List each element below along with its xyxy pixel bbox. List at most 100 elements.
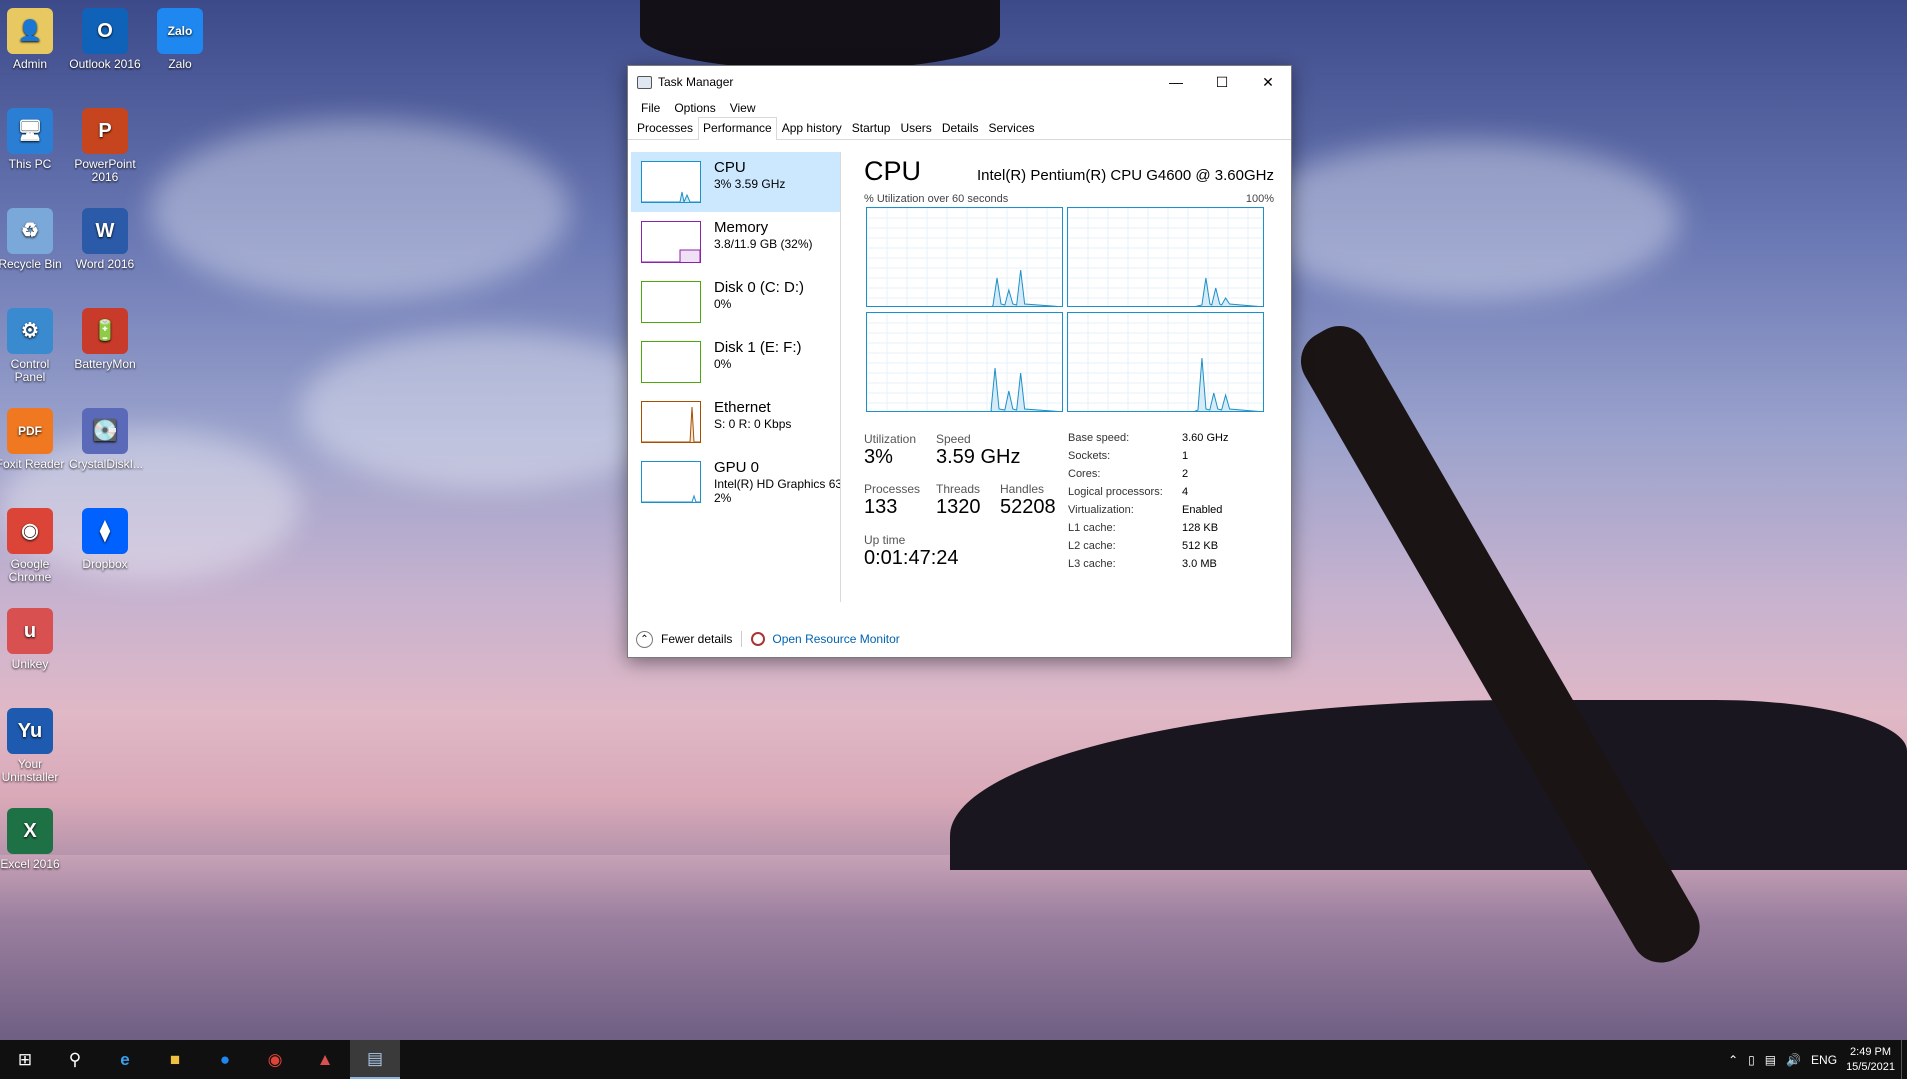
resource-disk0[interactable]: Disk 0 (C: D:) 0% xyxy=(631,272,840,332)
task-manager-window: Task Manager — ☐ ✕ File Options View Pro… xyxy=(627,65,1292,658)
gpu-thumbnail xyxy=(641,461,701,503)
resource-name: Disk 0 (C: D:) xyxy=(714,279,804,296)
desktop-icon-dropbox[interactable]: ⧫ Dropbox xyxy=(69,502,141,571)
cpu-model: Intel(R) Pentium(R) CPU G4600 @ 3.60GHz xyxy=(977,167,1274,184)
tab-processes[interactable]: Processes xyxy=(632,117,698,139)
language-indicator[interactable]: ENG xyxy=(1811,1053,1837,1067)
app-icon: 🖥 xyxy=(7,108,53,154)
resource-sub: 0% xyxy=(714,297,732,311)
speed-value: 3.59 GHz xyxy=(936,446,1021,468)
edge-icon[interactable]: e xyxy=(100,1040,150,1079)
app-icon: ♻ xyxy=(7,208,53,254)
chrome-icon[interactable]: ◉ xyxy=(250,1040,300,1079)
resource-memory[interactable]: Memory 3.8/11.9 GB (32%) xyxy=(631,212,840,272)
resource-name: CPU xyxy=(714,159,746,176)
icon-label: Recycle Bin xyxy=(0,257,62,271)
desktop-icon-powerpoint-2016[interactable]: P PowerPoint 2016 xyxy=(69,102,141,184)
desktop-icon-foxit-reader[interactable]: PDF Foxit Reader xyxy=(0,402,66,471)
resource-sub: Intel(R) HD Graphics 630 xyxy=(714,477,840,491)
maximize-button[interactable]: ☐ xyxy=(1199,66,1245,98)
minimize-button[interactable]: — xyxy=(1153,66,1199,98)
uptime-value: 0:01:47:24 xyxy=(864,547,959,569)
close-button[interactable]: ✕ xyxy=(1245,66,1291,98)
icon-label: BatteryMon xyxy=(74,357,136,371)
resource-name: Disk 1 (E: F:) xyxy=(714,339,802,356)
spec-value: 512 KB xyxy=(1182,540,1219,552)
disk1-thumbnail xyxy=(641,341,701,383)
resource-disk1[interactable]: Disk 1 (E: F:) 0% xyxy=(631,332,840,392)
memory-thumbnail xyxy=(641,221,701,263)
search-icon[interactable]: ⚲ xyxy=(50,1040,100,1079)
chevron-up-icon[interactable]: ⌃ xyxy=(636,630,653,648)
show-desktop-button[interactable] xyxy=(1901,1040,1907,1079)
resource-monitor-icon xyxy=(751,632,766,646)
spec-key: L2 cache: xyxy=(1068,540,1116,552)
resource-cpu[interactable]: CPU 3% 3.59 GHz xyxy=(631,152,840,212)
start-button[interactable]: ⊞ xyxy=(0,1040,50,1079)
tab-startup[interactable]: Startup xyxy=(847,117,896,139)
cpu-core-graph-2 xyxy=(866,312,1063,412)
app-icon: W xyxy=(82,208,128,254)
menu-options[interactable]: Options xyxy=(667,101,722,115)
spec-row: Logical processors: 4 xyxy=(1068,486,1278,504)
taskbar: ⊞ ⚲ e ■ ● ◉ ▲ ▤ ⌃ ▯ ▤ 🔊 ENG 2:49 PM 15/5… xyxy=(0,1040,1907,1079)
handles-label: Handles xyxy=(1000,482,1045,496)
desktop-icon-excel-2016[interactable]: X Excel 2016 xyxy=(0,802,66,871)
clock[interactable]: 2:49 PM 15/5/2021 xyxy=(1846,1045,1895,1075)
network-icon[interactable]: ▤ xyxy=(1765,1053,1776,1067)
app-icon: X xyxy=(7,808,53,854)
resource-name: Memory xyxy=(714,219,769,236)
graph-label: % Utilization over 60 seconds xyxy=(864,193,1009,205)
spec-value: 1 xyxy=(1182,450,1189,462)
file-explorer-icon[interactable]: ■ xyxy=(150,1040,200,1079)
app-icon: ⚙ xyxy=(7,308,53,354)
desktop-icon-unikey[interactable]: u Unikey xyxy=(0,602,66,671)
zalo-icon[interactable]: ● xyxy=(200,1040,250,1079)
processes-label: Processes xyxy=(864,482,921,496)
batterymon-icon[interactable]: ▲ xyxy=(300,1040,350,1079)
desktop-icon-batterymon[interactable]: 🔋 BatteryMon xyxy=(69,302,141,371)
spec-row: L2 cache: 512 KB xyxy=(1068,540,1278,558)
cpu-core-graph-3 xyxy=(1067,312,1264,412)
uptime-label: Up time xyxy=(864,533,906,547)
icon-label: Zalo xyxy=(168,57,192,71)
tab-performance[interactable]: Performance xyxy=(698,117,777,140)
app-icon: PDF xyxy=(7,408,53,454)
title-bar[interactable]: Task Manager — ☐ ✕ xyxy=(628,66,1291,98)
desktop-icon-admin[interactable]: 👤 Admin xyxy=(0,2,66,71)
task-manager-taskbar-icon[interactable]: ▤ xyxy=(350,1040,400,1079)
fewer-details-link[interactable]: Fewer details xyxy=(661,632,732,646)
desktop-icon-crystaldiski-[interactable]: 💽 CrystalDiskI... xyxy=(69,402,143,471)
chevron-up-icon[interactable]: ⌃ xyxy=(1728,1053,1738,1067)
cpu-graphs xyxy=(866,207,1274,412)
desktop-icon-recycle-bin[interactable]: ♻ Recycle Bin xyxy=(0,202,66,271)
menu-file[interactable]: File xyxy=(634,101,667,115)
desktop-icon-word-2016[interactable]: W Word 2016 xyxy=(69,202,141,271)
app-icon: 💽 xyxy=(82,408,128,454)
volume-icon[interactable]: 🔊 xyxy=(1786,1053,1801,1067)
desktop-icon-google-chrome[interactable]: ◉ Google Chrome xyxy=(0,502,66,584)
icon-label: Google Chrome xyxy=(8,557,52,584)
desktop-icon-your-uninstaller[interactable]: Yu Your Uninstaller xyxy=(0,702,66,784)
app-icon: O xyxy=(82,8,128,54)
spec-value: 2 xyxy=(1182,468,1189,480)
resource-ethernet[interactable]: Ethernet S: 0 R: 0 Kbps xyxy=(631,392,840,452)
tab-services[interactable]: Services xyxy=(984,117,1040,139)
icon-label: PowerPoint 2016 xyxy=(74,157,136,184)
menu-view[interactable]: View xyxy=(723,101,763,115)
desktop-icon-this-pc[interactable]: 🖥 This PC xyxy=(0,102,66,171)
tab-users[interactable]: Users xyxy=(895,117,936,139)
app-icon: 🔋 xyxy=(82,308,128,354)
spec-row: Sockets: 1 xyxy=(1068,450,1278,468)
open-resource-monitor-link[interactable]: Open Resource Monitor xyxy=(772,632,899,646)
desktop-icon-outlook-2016[interactable]: O Outlook 2016 xyxy=(69,2,141,71)
icon-label: Control Panel xyxy=(10,357,50,384)
tablet-icon[interactable]: ▯ xyxy=(1748,1053,1755,1067)
resource-gpu[interactable]: GPU 0 Intel(R) HD Graphics 630 2% xyxy=(631,452,840,512)
desktop-icon-zalo[interactable]: Zalo Zalo xyxy=(144,2,216,71)
desktop-icon-control-panel[interactable]: ⚙ Control Panel xyxy=(0,302,66,384)
tab-details[interactable]: Details xyxy=(937,117,984,139)
icon-label: Dropbox xyxy=(82,557,128,571)
app-icon: u xyxy=(7,608,53,654)
tab-app-history[interactable]: App history xyxy=(777,117,847,139)
